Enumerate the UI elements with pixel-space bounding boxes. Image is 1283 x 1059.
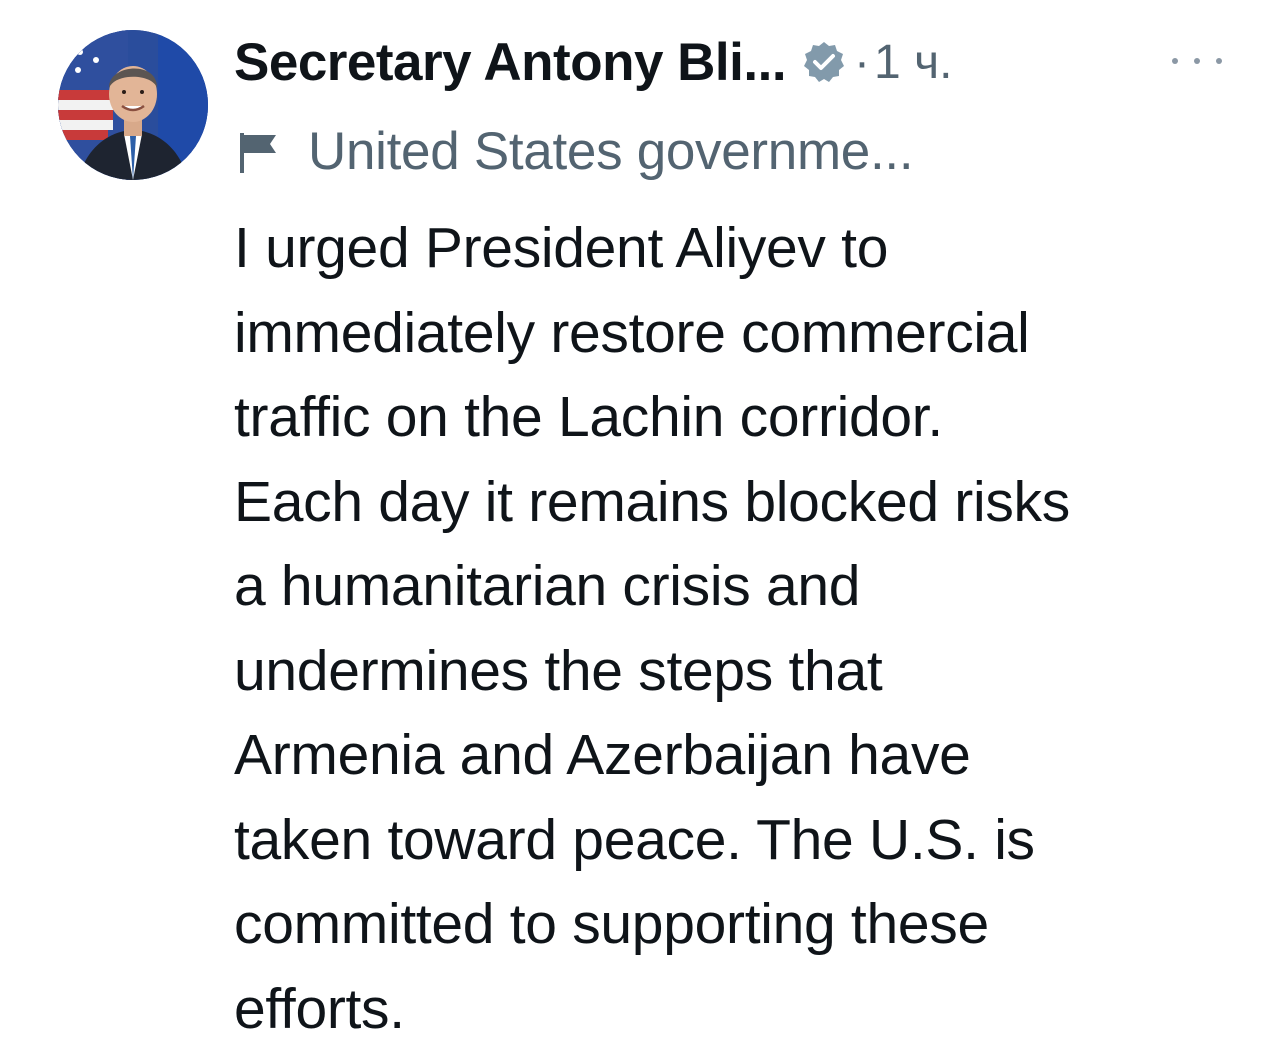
tweet-text-line: committed to supporting these <box>234 892 989 956</box>
tweet[interactable]: Secretary Antony Bli... · 1 ч. United St… <box>0 0 1283 1059</box>
more-options-button[interactable] <box>1172 46 1222 76</box>
tweet-text-line: Armenia and Azerbaijan have <box>234 723 971 787</box>
affiliation-label[interactable]: United States governme... <box>308 121 914 182</box>
tweet-text-line: undermines the steps that <box>234 638 883 703</box>
tweet-text-line: a humanitarian crisis and <box>234 554 861 618</box>
tweet-timestamp[interactable]: 1 ч. <box>874 35 952 90</box>
author-display-name[interactable]: Secretary Antony Bli... <box>234 32 787 93</box>
tweet-text-line: efforts. <box>234 976 405 1041</box>
government-flag-icon <box>236 127 284 175</box>
more-options-dot <box>1216 58 1222 64</box>
tweet-text-line: traffic on the Lachin corridor. <box>234 385 943 449</box>
more-options-icon <box>1172 58 1178 64</box>
tweet-text-line: I urged President Aliyev to <box>234 216 889 280</box>
author-avatar[interactable] <box>58 30 208 180</box>
verified-badge-icon[interactable] <box>802 40 846 84</box>
profile-photo-icon <box>58 30 208 180</box>
header-separator: · <box>854 35 871 89</box>
more-options-dot <box>1194 58 1200 64</box>
tweet-text-line: Each day it remains blocked risks <box>234 469 1070 534</box>
tweet-header: Secretary Antony Bli... · 1 ч. <box>234 26 1244 98</box>
tweet-text-line: taken toward peace. The U.S. is <box>234 807 1035 872</box>
tweet-text: I urged President Aliyev to immediately … <box>234 206 1244 1051</box>
affiliation-row[interactable]: United States governme... <box>236 116 914 186</box>
tweet-text-line: immediately restore commercial <box>234 300 1030 365</box>
